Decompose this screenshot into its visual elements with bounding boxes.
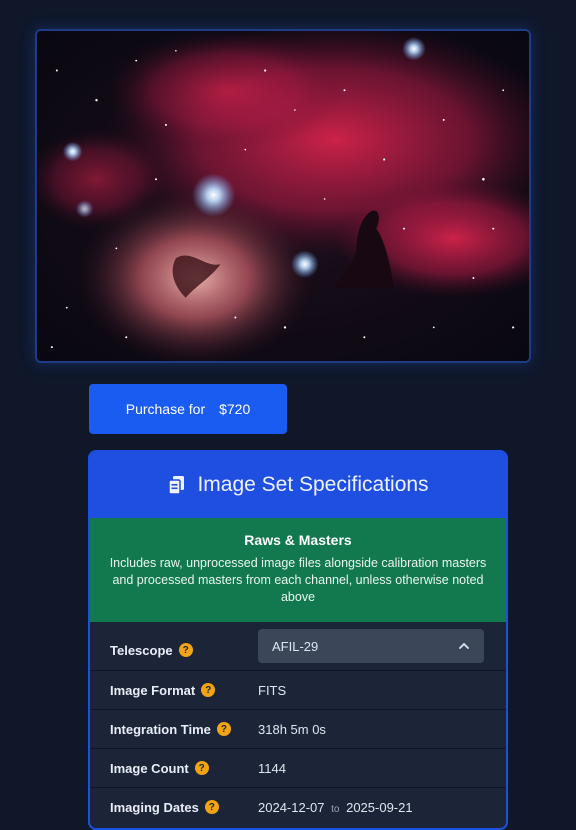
telescope-select[interactable]: AFIL-29: [258, 629, 484, 663]
dates-end: 2025-09-21: [346, 799, 413, 815]
format-value: FITS: [258, 682, 287, 698]
purchase-button[interactable]: Purchase for $720: [89, 384, 287, 434]
dates-start: 2024-12-07: [258, 799, 325, 815]
purchase-label: Purchase for: [125, 401, 206, 417]
banner-title: Raws & Masters: [244, 532, 352, 548]
spec-row-telescope: Telescope ? AFIL-29: [90, 622, 506, 670]
integration-value: 318h 5m 0s: [258, 721, 326, 737]
spec-row-integration: Integration Time ? 318h 5m 0s: [90, 709, 506, 748]
integration-label: Integration Time: [110, 721, 211, 737]
help-icon[interactable]: ?: [201, 683, 216, 697]
help-icon[interactable]: ?: [204, 800, 219, 814]
raws-masters-banner: Raws & Masters Includes raw, unprocessed…: [90, 518, 506, 622]
telescope-label: Telescope: [110, 642, 173, 658]
spec-row-count: Image Count ? 1144: [90, 748, 506, 787]
documents-icon: [168, 476, 185, 495]
help-icon[interactable]: ?: [216, 722, 231, 736]
telescope-selected: AFIL-29: [272, 638, 319, 654]
help-icon[interactable]: ?: [194, 761, 209, 775]
count-value: 1144: [258, 760, 286, 776]
specs-header: Image Set Specifications: [90, 452, 506, 518]
specs-card: Image Set Specifications Raws & Masters …: [88, 450, 508, 830]
nebula-artwork: [37, 31, 529, 361]
dates-label: Imaging Dates: [110, 799, 199, 815]
dates-to: to: [331, 803, 340, 815]
format-label: Image Format: [110, 682, 196, 698]
help-icon[interactable]: ?: [178, 643, 193, 657]
spec-row-format: Image Format ? FITS: [90, 670, 506, 709]
nebula-image: [35, 29, 531, 363]
count-label: Image Count: [110, 760, 189, 776]
dates-value: 2024-12-07 to 2025-09-21: [258, 800, 413, 815]
banner-text: Includes raw, unprocessed image files al…: [109, 556, 487, 604]
chevron-up-icon: [459, 642, 469, 649]
purchase-price: $720: [219, 401, 251, 417]
specs-title: Image Set Specifications: [197, 473, 429, 496]
spec-row-dates: Imaging Dates ? 2024-12-07 to 2025-09-21: [90, 787, 506, 826]
